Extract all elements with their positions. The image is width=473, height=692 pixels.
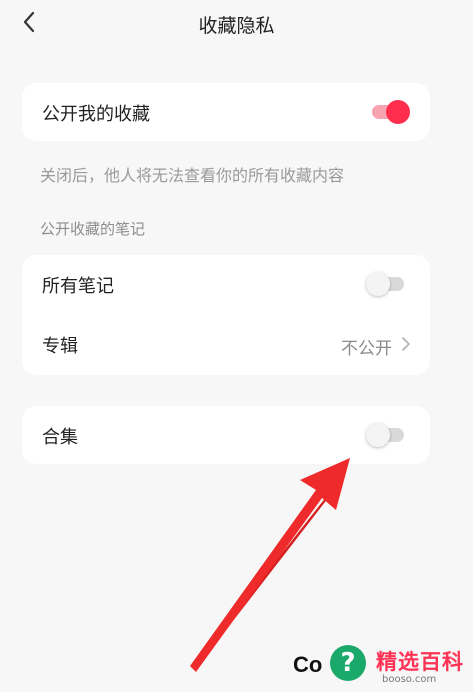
collection-card: 合集: [22, 406, 430, 464]
collection-toggle[interactable]: [366, 422, 410, 448]
toggle-knob: [366, 272, 390, 296]
public-notes-card: 所有笔记 专辑 不公开: [22, 255, 430, 375]
favorites-hint-text: 关闭后，他人将无法查看你的所有收藏内容: [40, 166, 345, 185]
public-favorites-label: 公开我的收藏: [42, 104, 150, 125]
album-value: 不公开: [341, 339, 392, 359]
chevron-right-icon: [402, 337, 410, 351]
nav-bar: 收藏隐私: [0, 0, 473, 48]
site-watermark: Co ? 精选百科 booso.com: [290, 640, 473, 692]
watermark-cn-text: 精选百科: [376, 650, 464, 674]
public-favorites-toggle[interactable]: [366, 99, 410, 125]
all-notes-toggle[interactable]: [366, 271, 410, 297]
collection-row: 合集: [22, 406, 430, 464]
page-title: 收藏隐私: [198, 15, 275, 37]
watermark-co-text: Co: [293, 652, 323, 677]
all-notes-row: 所有笔记: [22, 255, 430, 313]
privacy-settings-page: 收藏隐私 公开我的收藏 关闭后，他人将无法查看你的所有收藏内容 公开收藏的笔记 …: [0, 0, 473, 692]
toggle-knob: [386, 100, 410, 124]
collection-label: 合集: [42, 427, 78, 448]
public-favorites-card: 公开我的收藏: [22, 83, 430, 141]
all-notes-label: 所有笔记: [42, 276, 114, 297]
public-favorites-row: 公开我的收藏: [22, 83, 430, 141]
album-label: 专辑: [42, 336, 78, 357]
question-mark-logo-icon: ?: [330, 645, 366, 681]
watermark-en-text: booso.com: [382, 674, 437, 685]
album-row[interactable]: 专辑 不公开: [22, 315, 430, 373]
section-title-public-notes: 公开收藏的笔记: [40, 220, 146, 238]
toggle-knob: [366, 423, 390, 447]
